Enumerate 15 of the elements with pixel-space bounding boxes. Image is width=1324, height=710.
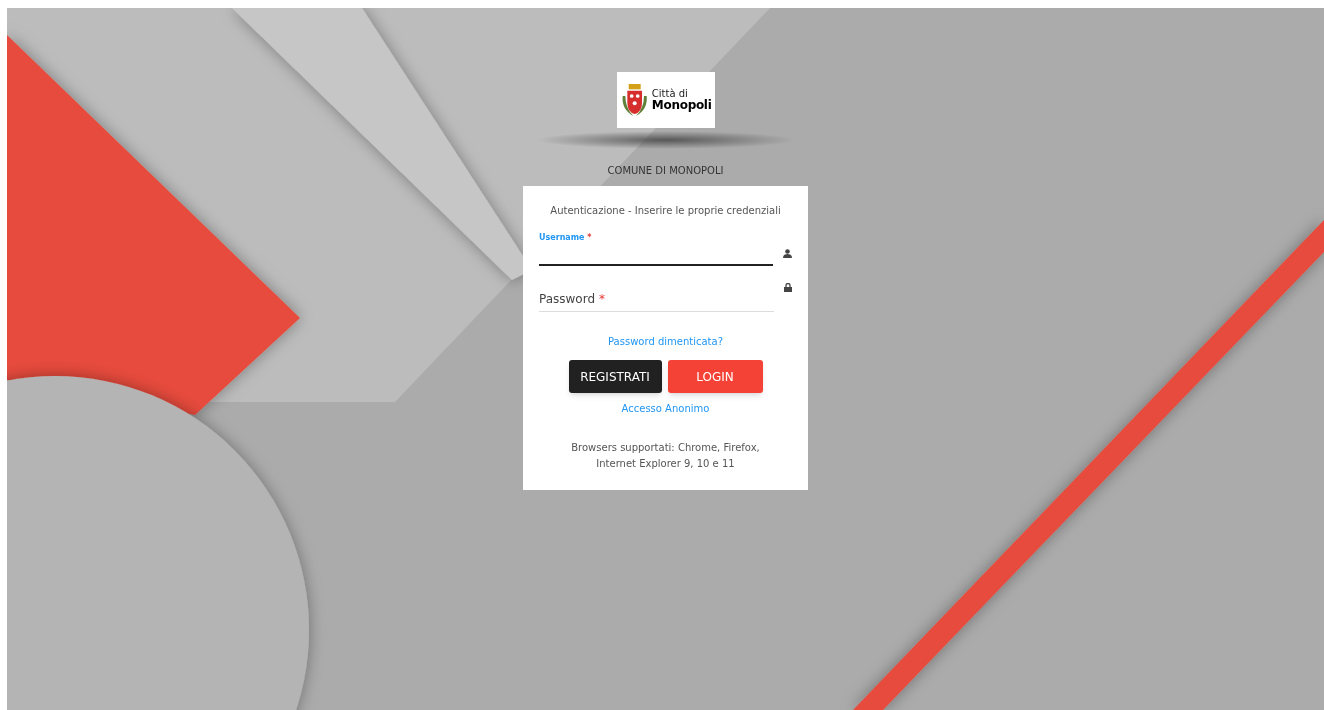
user-icon	[783, 248, 792, 258]
card-title: Autenticazione - Inserire le proprie credenziali	[550, 204, 781, 218]
anonymous-access-link[interactable]: Accesso Anonimo	[621, 401, 710, 416]
browser-support-note: Browsers supportati: Chrome, Firefox, Internet Explorer 9, 10 e 11	[570, 441, 761, 471]
logo-text: Monopoli	[651, 99, 712, 111]
logo-text: Città di	[651, 89, 689, 99]
input-field[interactable]: Username *	[539, 232, 773, 266]
field-label: Password *	[539, 291, 606, 308]
lock-icon	[784, 282, 792, 292]
input-field[interactable]: Password *	[539, 278, 774, 312]
register-button[interactable]: REGISTRATI	[568, 360, 662, 393]
login-button[interactable]: LOGIN	[667, 360, 763, 393]
field-label: Username *	[539, 232, 593, 244]
forgot-password-link[interactable]: Password dimenticata?	[608, 334, 723, 349]
organization-name: COMUNE DI MONOPOLI	[607, 164, 724, 178]
